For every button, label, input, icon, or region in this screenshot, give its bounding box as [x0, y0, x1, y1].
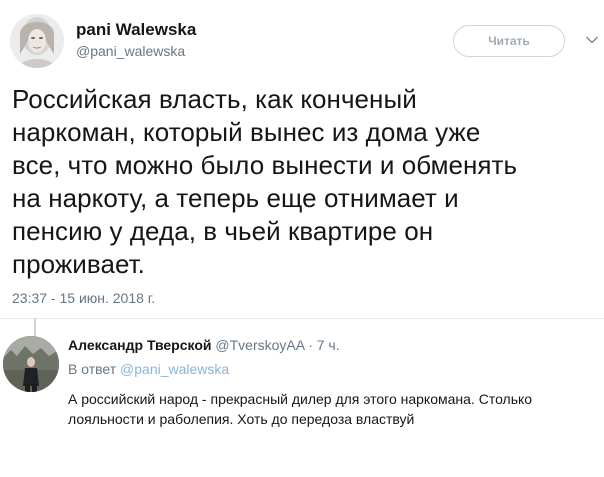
tweet-text-line: на наркоту, а теперь еще отнимает и — [12, 183, 459, 213]
tweet-text-line: пенсию у деда, в чьей квартире он — [12, 216, 434, 246]
reply-avatar-image — [3, 336, 59, 392]
tweet-text-line: наркоман, который вынес из дома уже — [12, 117, 481, 147]
reply-to-mention[interactable]: @pani_walewska — [120, 361, 229, 377]
reply-text-line: А российский народ - прекрасный дилер дл… — [68, 391, 533, 407]
reply-to-line: В ответ @pani_walewska — [68, 360, 229, 378]
tweet-text-line: проживает. — [12, 249, 145, 279]
reply-text-line: лояльности и раболепия. Хоть до передоза… — [68, 411, 415, 427]
tweet-text-line: Российская власть, как конченый — [12, 84, 417, 114]
tweet-text-line: все, что можно было вынести и обменять — [12, 150, 518, 180]
reply-to-prefix: В ответ — [68, 361, 117, 377]
reply-header: Александр Тверской @TverskoyAA · 7 ч. — [68, 336, 340, 354]
reply-timestamp[interactable]: 7 ч. — [317, 337, 340, 353]
author-name[interactable]: pani Walewska — [76, 20, 196, 40]
reply-author-avatar[interactable] — [3, 336, 59, 392]
tweet-header: pani Walewska @pani_walewska Читать — [10, 14, 598, 68]
author-handle[interactable]: @pani_walewska — [76, 42, 196, 60]
chevron-down-icon[interactable] — [584, 32, 600, 48]
tweet-text: Российская власть, как конченый наркоман… — [12, 83, 596, 281]
reply-author-handle[interactable]: @TverskoyAA — [215, 337, 304, 353]
divider — [0, 318, 604, 319]
author-avatar-image — [10, 14, 64, 68]
reply-author-name[interactable]: Александр Тверской — [68, 337, 212, 353]
tweet-page: pani Walewska @pani_walewska Читать Росс… — [0, 0, 604, 477]
reply-separator: · — [308, 337, 313, 353]
reply-text: А российский народ - прекрасный дилер дл… — [68, 389, 604, 429]
author-block: pani Walewska @pani_walewska — [76, 20, 196, 60]
follow-button[interactable]: Читать — [453, 25, 565, 57]
author-avatar[interactable] — [10, 14, 64, 68]
thread-line — [34, 318, 36, 336]
tweet-timestamp[interactable]: 23:37 - 15 июн. 2018 г. — [12, 290, 155, 306]
